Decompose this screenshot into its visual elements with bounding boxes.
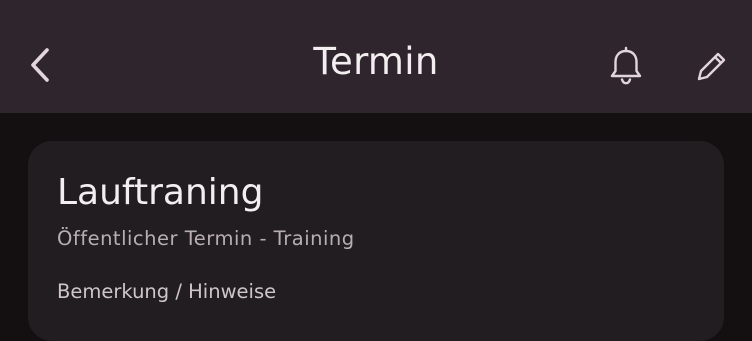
event-subtitle: Öffentlicher Termin - Training bbox=[57, 227, 355, 250]
edit-button[interactable] bbox=[688, 42, 736, 90]
app-bar: Termin bbox=[0, 0, 752, 113]
bell-icon bbox=[610, 46, 642, 85]
event-card: Lauftraning Öffentlicher Termin - Traini… bbox=[28, 141, 724, 341]
pencil-icon bbox=[697, 52, 726, 81]
event-title: Lauftraning bbox=[57, 172, 264, 213]
notification-button[interactable] bbox=[602, 42, 650, 90]
event-notes-label: Bemerkung / Hinweise bbox=[57, 280, 277, 303]
